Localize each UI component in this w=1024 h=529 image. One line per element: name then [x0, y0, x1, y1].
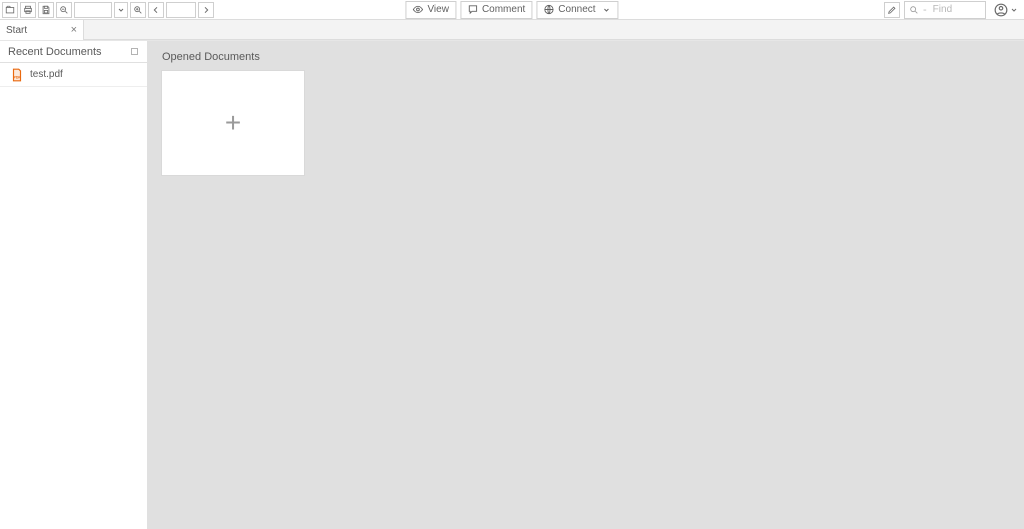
recent-list: PDF test.pdf: [0, 63, 147, 87]
comment-mode-button[interactable]: Comment: [460, 1, 532, 19]
view-label: View: [427, 4, 449, 15]
sidebar-header: Recent Documents: [0, 41, 147, 63]
toolbar-center: View Comment Connect: [405, 1, 618, 19]
connect-label: Connect: [558, 4, 595, 15]
toolbar-right: -: [884, 1, 1022, 19]
zoom-dropdown[interactable]: [114, 2, 128, 18]
main: Recent Documents PDF test.pdf Opened Doc…: [0, 40, 1024, 529]
connect-dropdown[interactable]: [602, 6, 612, 14]
plus-icon: +: [225, 109, 241, 137]
zoom-in-icon[interactable]: [130, 2, 146, 18]
sidebar-title: Recent Documents: [8, 46, 102, 58]
toolbar: View Comment Connect -: [0, 0, 1024, 20]
tab-start[interactable]: Start ×: [0, 20, 84, 40]
eye-icon: [412, 4, 423, 15]
comment-icon: [467, 4, 478, 15]
print-icon[interactable]: [20, 2, 36, 18]
prev-page-icon[interactable]: [148, 2, 164, 18]
pin-icon[interactable]: [130, 47, 139, 56]
toolbar-left: [2, 2, 214, 18]
chevron-down-icon: [1010, 6, 1018, 14]
open-icon[interactable]: [2, 2, 18, 18]
search-icon: [909, 5, 919, 15]
edit-icon[interactable]: [884, 2, 900, 18]
svg-text:PDF: PDF: [14, 75, 22, 79]
connect-mode-button[interactable]: Connect: [536, 1, 618, 19]
next-page-icon[interactable]: [198, 2, 214, 18]
connect-icon: [543, 4, 554, 15]
pdf-icon: PDF: [10, 68, 24, 82]
sidebar: Recent Documents PDF test.pdf: [0, 41, 148, 529]
tab-label: Start: [6, 25, 27, 36]
page-input[interactable]: [166, 2, 196, 18]
find-box[interactable]: -: [904, 1, 986, 19]
recent-item[interactable]: PDF test.pdf: [0, 63, 147, 87]
find-sep: -: [923, 4, 927, 16]
user-menu[interactable]: [990, 3, 1022, 17]
close-icon[interactable]: ×: [71, 25, 77, 36]
opened-docs-heading: Opened Documents: [162, 51, 1010, 63]
comment-label: Comment: [482, 4, 525, 15]
view-mode-button[interactable]: View: [405, 1, 456, 19]
open-document-tile[interactable]: +: [162, 71, 304, 175]
user-icon: [994, 3, 1008, 17]
recent-item-label: test.pdf: [30, 69, 63, 80]
save-icon[interactable]: [38, 2, 54, 18]
tab-bar: Start ×: [0, 20, 1024, 40]
zoom-out-icon[interactable]: [56, 2, 72, 18]
find-input[interactable]: [931, 3, 979, 16]
zoom-input[interactable]: [74, 2, 112, 18]
content-area: Opened Documents +: [148, 41, 1024, 529]
